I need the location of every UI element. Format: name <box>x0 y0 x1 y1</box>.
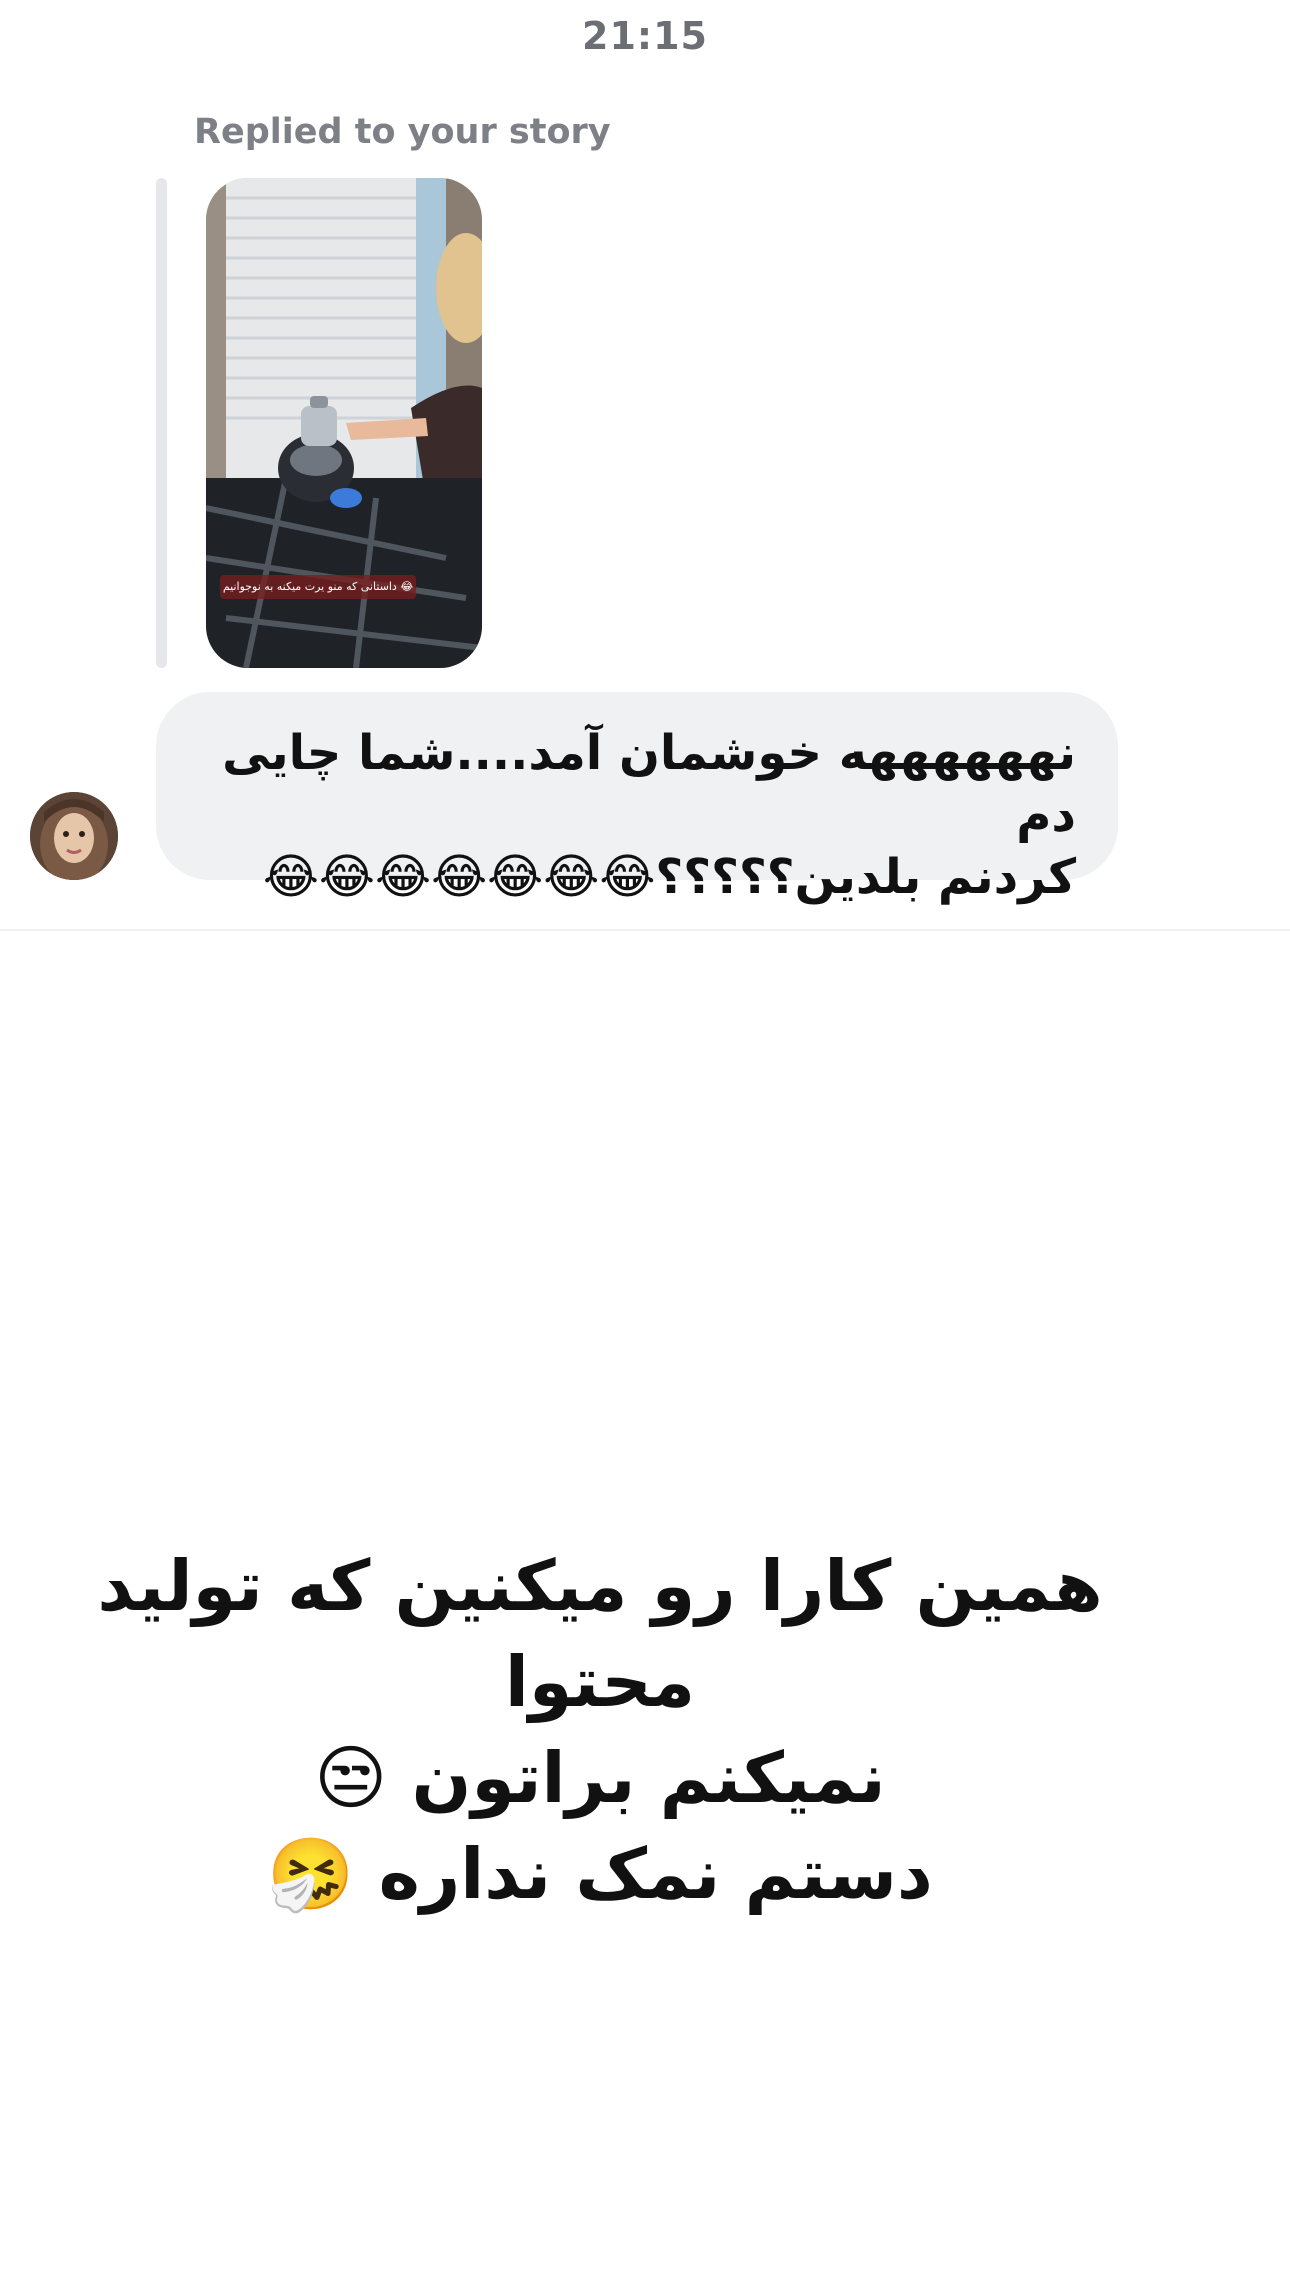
story-divider <box>0 929 1290 931</box>
story-thumbnail[interactable]: داستانی که منو یرت میکنه به نوجوانیم 😂 <box>206 178 482 668</box>
avatar-image <box>30 792 118 880</box>
reply-indicator-bar <box>156 178 167 668</box>
story-overlay-text: همین کارا رو میکنین که تولید محتوا نمیکن… <box>97 1545 1103 1915</box>
story-caption: داستانی که منو یرت میکنه به نوجوانیم 😂 <box>220 575 416 599</box>
message-text: نههههههه خوشمان آمد....شما چایی دم کردنم… <box>222 725 1076 905</box>
message-bubble[interactable]: نههههههه خوشمان آمد....شما چایی دم کردنم… <box>156 692 1118 905</box>
replied-to-story-label: Replied to your story <box>194 112 611 152</box>
sender-avatar[interactable] <box>30 792 118 880</box>
message-timestamp: 21:15 <box>582 14 708 58</box>
